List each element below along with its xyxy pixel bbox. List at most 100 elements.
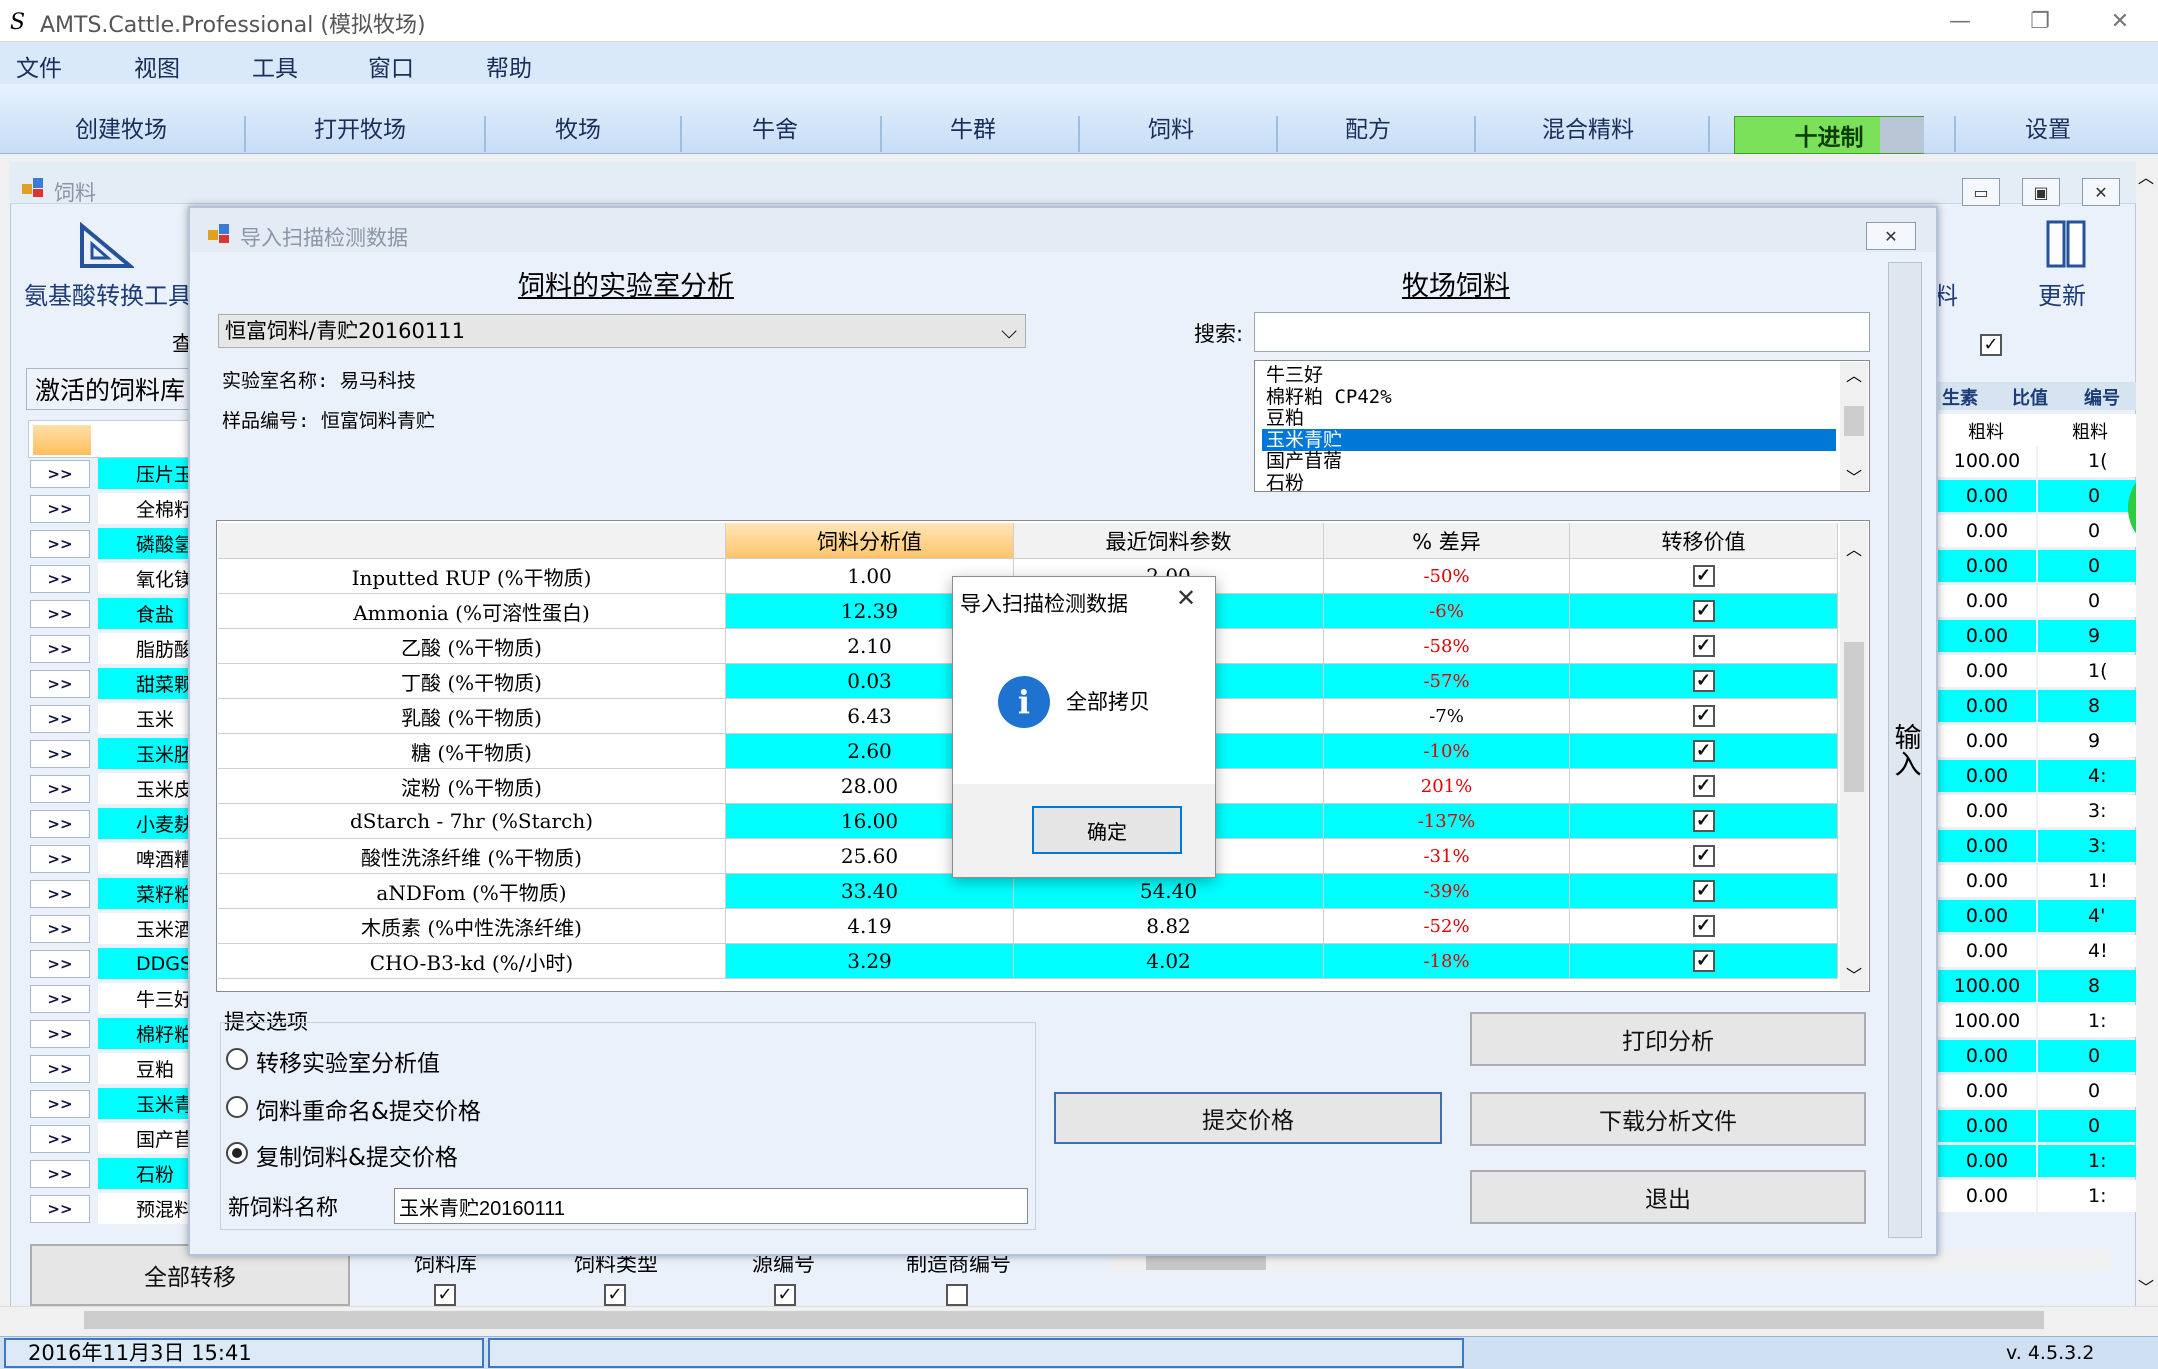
feed-option[interactable]: 国产苜蓿 — [1262, 450, 1836, 472]
table-row[interactable]: 100.00 8 — [1938, 969, 2138, 1003]
table-row[interactable]: 0.00 0 — [1938, 549, 2138, 583]
option-transfer-label[interactable]: 转移实验室分析值 — [256, 1044, 440, 1078]
transfer-cell[interactable]: ✓ — [1570, 769, 1838, 804]
list-item[interactable]: >> 甜菜颗粒 — [30, 668, 218, 699]
menu-view[interactable]: 视图 — [134, 49, 180, 83]
transfer-checkbox[interactable]: ✓ — [1692, 915, 1715, 937]
transfer-checkbox[interactable]: ✓ — [1692, 740, 1715, 762]
vertical-scrollbar[interactable]: ︿ ﹀ — [2136, 160, 2158, 1308]
table-row[interactable]: 0.00 8 — [1938, 689, 2138, 723]
col-header-ratio[interactable]: 比值 — [2012, 384, 2048, 410]
col-header-vitamin[interactable]: 生素 — [1942, 384, 1978, 410]
table-row[interactable]: 木质素 (%中性洗涤纤维) 4.19 8.82 -52% ✓ — [218, 909, 1838, 944]
transfer-row-button[interactable]: >> — [30, 1020, 90, 1048]
scroll-up-icon[interactable]: ︿ — [2138, 164, 2154, 188]
table-row[interactable]: 0.00 3: — [1938, 829, 2138, 863]
list-item[interactable]: >> 玉米青贮 — [30, 1088, 218, 1119]
scroll-up-icon[interactable]: ︿ — [1846, 362, 1862, 386]
list-item[interactable]: >>玉米酒精糟 — [30, 913, 218, 944]
type-checkbox[interactable]: ✓ — [604, 1284, 626, 1306]
transfer-cell[interactable]: ✓ — [1570, 629, 1838, 664]
transfer-row-button[interactable]: >> — [30, 985, 90, 1013]
transfer-checkbox[interactable]: ✓ — [1692, 810, 1715, 832]
transfer-row-button[interactable]: >> — [30, 1125, 90, 1153]
transfer-cell[interactable]: ✓ — [1570, 804, 1838, 839]
table-row[interactable]: 0.00 3: — [1938, 794, 2138, 828]
option-copy-label[interactable]: 复制饲料&提交价格 — [256, 1138, 458, 1172]
table-row[interactable]: 100.00 1: — [1938, 1004, 2138, 1038]
exit-button[interactable]: 退出 — [1470, 1170, 1866, 1224]
dialog-close-button[interactable]: ✕ — [1866, 222, 1916, 250]
scroll-down-icon[interactable]: ﹀ — [1846, 464, 1862, 488]
transfer-checkbox[interactable]: ✓ — [1692, 950, 1715, 972]
option-copy-radio[interactable] — [226, 1142, 248, 1164]
feed-minimize-button[interactable]: ▭ — [1962, 178, 2000, 206]
table-row[interactable]: 0.00 1: — [1938, 1144, 2138, 1178]
list-item[interactable]: >> 小麦麸 — [30, 808, 218, 839]
table-row[interactable]: 0.00 0 — [1938, 1074, 2138, 1108]
source-checkbox[interactable]: ✓ — [774, 1284, 796, 1306]
print-analysis-button[interactable]: 打印分析 — [1470, 1012, 1866, 1066]
transfer-row-button[interactable]: >> — [30, 1195, 90, 1223]
list-item[interactable]: >> 玉米 — [30, 703, 218, 734]
maker-checkbox[interactable] — [946, 1284, 968, 1306]
amino-acid-tool-label[interactable]: 氨基酸转换工具 — [24, 276, 192, 311]
transfer-row-button[interactable]: >> — [30, 950, 90, 978]
list-item[interactable]: >> 脂肪酸钙 — [30, 633, 218, 664]
grid-header-diff[interactable]: % 差异 — [1324, 523, 1570, 559]
message-close-icon[interactable]: ✕ — [1176, 584, 1196, 612]
toolbar-mixed-concentrate[interactable]: 混合精料 — [1542, 110, 1634, 144]
list-item[interactable]: >> 石粉 — [30, 1158, 218, 1189]
table-row[interactable]: 0.00 0 — [1938, 1109, 2138, 1143]
input-side-button[interactable]: 输入 — [1888, 262, 1922, 1238]
transfer-row-button[interactable]: >> — [30, 915, 90, 943]
list-item[interactable]: >> 棉籽粕 CP — [30, 1018, 218, 1049]
transfer-row-button[interactable]: >> — [30, 600, 90, 628]
feed-option[interactable]: 豆粕 — [1262, 407, 1836, 429]
option-transfer-radio[interactable] — [226, 1048, 248, 1070]
transfer-checkbox[interactable]: ✓ — [1692, 600, 1715, 622]
transfer-row-button[interactable]: >> — [30, 1160, 90, 1188]
table-row[interactable]: 0.00 1: — [1938, 1179, 2138, 1213]
toolbar-open-ranch[interactable]: 打开牧场 — [314, 110, 406, 144]
transfer-cell[interactable]: ✓ — [1570, 699, 1838, 734]
menu-window[interactable]: 窗口 — [368, 49, 414, 83]
transfer-checkbox[interactable]: ✓ — [1692, 880, 1715, 902]
table-row[interactable]: aNDFom (%干物质) 33.40 54.40 -39% ✓ — [218, 874, 1838, 909]
transfer-checkbox[interactable]: ✓ — [1692, 705, 1715, 727]
main-hscrollbar[interactable] — [0, 1306, 2158, 1332]
transfer-row-button[interactable]: >> — [30, 845, 90, 873]
transfer-row-button[interactable]: >> — [30, 1055, 90, 1083]
transfer-row-button[interactable]: >> — [30, 1090, 90, 1118]
list-item[interactable]: >> 压片玉米 — [30, 458, 218, 489]
scroll-down-icon[interactable]: ﹀ — [1846, 962, 1862, 986]
transfer-row-button[interactable]: >> — [30, 740, 90, 768]
list-item[interactable]: >> 食盐 — [30, 598, 218, 629]
update-label[interactable]: 更新 — [2038, 276, 2086, 311]
table-row[interactable]: 100.00 1( — [1938, 444, 2138, 478]
toolbar-feed[interactable]: 饲料 — [1148, 110, 1194, 144]
restore-button[interactable]: ❐ — [2010, 4, 2070, 38]
toolbar-formula[interactable]: 配方 — [1345, 110, 1391, 144]
table-row[interactable]: 0.00 0 — [1938, 514, 2138, 548]
feed-option[interactable]: 石粉 — [1262, 472, 1836, 494]
list-item[interactable]: >> 全棉籽 — [30, 493, 218, 524]
col-header-number[interactable]: 编号 — [2084, 384, 2120, 410]
table-row[interactable]: 0.00 1! — [1938, 864, 2138, 898]
scroll-up-icon[interactable]: ︿ — [1846, 536, 1862, 560]
table-row[interactable]: 0.00 9 — [1938, 724, 2138, 758]
toolbar-barn[interactable]: 牛舍 — [752, 110, 798, 144]
table-row[interactable]: 0.00 0 — [1938, 1039, 2138, 1073]
option-rename-label[interactable]: 饲料重命名&提交价格 — [256, 1092, 481, 1126]
transfer-cell[interactable]: ✓ — [1570, 909, 1838, 944]
toolbar-settings[interactable]: 设置 — [2025, 110, 2071, 144]
close-button[interactable]: ✕ — [2090, 4, 2150, 38]
list-item[interactable]: >> 菜籽粕 — [30, 878, 218, 909]
toolbar-create-ranch[interactable]: 创建牧场 — [75, 110, 167, 144]
table-row[interactable]: 0.00 9 — [1938, 619, 2138, 653]
transfer-cell[interactable]: ✓ — [1570, 594, 1838, 629]
option-rename-radio[interactable] — [226, 1096, 248, 1118]
update-icon[interactable] — [2042, 218, 2092, 270]
decimal-toggle-thumb[interactable] — [1880, 117, 1924, 153]
transfer-checkbox[interactable]: ✓ — [1692, 635, 1715, 657]
